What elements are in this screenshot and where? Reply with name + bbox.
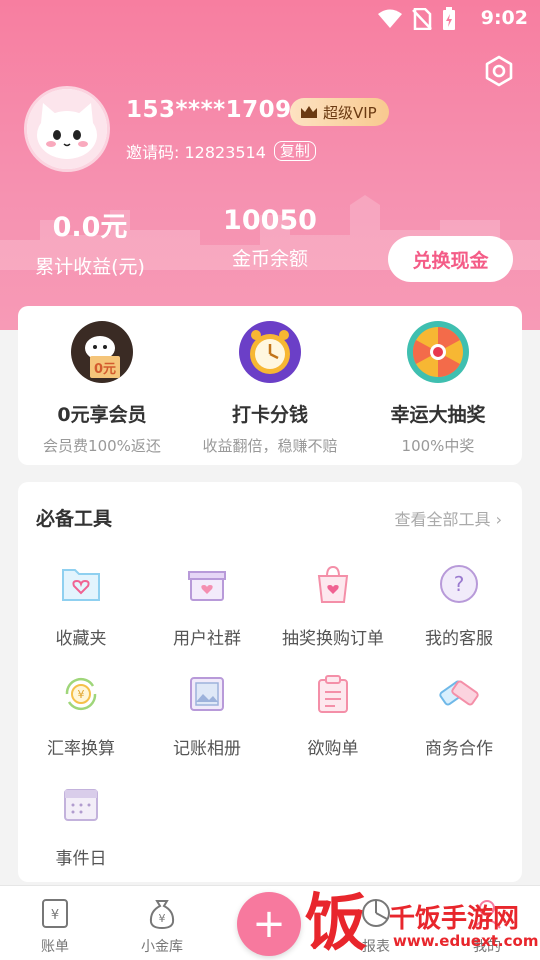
tools-title: 必备工具 xyxy=(36,508,113,530)
tab-label: 账单 xyxy=(41,939,69,955)
add-record-button[interactable]: + xyxy=(237,892,301,956)
tool-events[interactable]: 事件日 xyxy=(18,782,144,869)
tool-album[interactable]: 记账相册 xyxy=(144,672,270,759)
tool-label: 抽奖换购订单 xyxy=(282,629,384,649)
earnings-value: 0.0元 xyxy=(52,212,128,243)
tool-favorites[interactable]: 收藏夹 xyxy=(18,562,144,649)
cat-gift-icon: 0元 xyxy=(71,321,133,383)
svg-text:?: ? xyxy=(454,572,465,596)
tool-community[interactable]: 用户社群 xyxy=(144,562,270,649)
svg-text:¥: ¥ xyxy=(159,912,166,925)
invite-code-row: 邀请码: 12823514 复制 xyxy=(126,139,316,163)
vip-label: 超级VIP xyxy=(323,103,377,122)
tool-wishlist[interactable]: 欲购单 xyxy=(270,672,396,759)
watermark-url: www.eduext.com xyxy=(393,932,539,950)
invite-code: 邀请码: 12823514 xyxy=(126,143,266,162)
tool-label: 汇率换算 xyxy=(47,739,115,759)
status-bar: 9:02 xyxy=(0,0,540,36)
bill-icon: ¥ xyxy=(42,899,68,928)
tab-label: 小金库 xyxy=(141,939,183,955)
battery-icon xyxy=(443,7,455,30)
crown-icon xyxy=(301,106,317,118)
earnings-stat[interactable]: 0.0元 累计收益(元) xyxy=(26,205,154,279)
chevron-right-icon: › xyxy=(495,510,502,529)
album-icon xyxy=(190,677,224,711)
alarm-clock-icon xyxy=(239,321,301,383)
watermark-logo-char: 饭 xyxy=(305,886,368,959)
lucky-wheel-icon xyxy=(407,321,469,383)
feature-title: 0元享会员 xyxy=(57,404,147,426)
status-icons xyxy=(378,7,456,31)
tool-orders[interactable]: 抽奖换购订单 xyxy=(270,562,396,649)
features-card: 0元 0元享会员 会员费100%返还 打卡分钱 收益翻倍，稳赚不赔 幸运大抽奖 … xyxy=(18,306,522,465)
feature-checkin[interactable]: 打卡分钱 收益翻倍，稳赚不赔 xyxy=(186,320,354,456)
money-bag-icon: ¥ xyxy=(149,900,175,930)
feature-badge: 0元 xyxy=(94,362,116,377)
feature-subtitle: 收益翻倍，稳赚不赔 xyxy=(202,437,338,455)
tool-label: 用户社群 xyxy=(173,629,241,649)
tab-bill[interactable]: ¥ 账单 xyxy=(10,896,100,956)
earnings-label: 累计收益(元) xyxy=(35,256,145,278)
watermark-name: 千饭手游网 xyxy=(389,904,520,934)
tab-vault[interactable]: ¥ 小金库 xyxy=(117,896,207,956)
folder-heart-icon xyxy=(62,569,100,601)
feature-subtitle: 会员费100%返还 xyxy=(43,437,161,455)
handshake-icon xyxy=(439,680,479,706)
feature-subtitle: 100%中奖 xyxy=(401,437,475,455)
site-watermark: 饭 千饭手游网 www.eduext.com xyxy=(305,888,540,960)
calendar-icon xyxy=(64,789,98,821)
feature-title: 打卡分钱 xyxy=(231,404,308,426)
coins-stat[interactable]: 10050 金币余额 xyxy=(212,205,328,271)
tool-label: 欲购单 xyxy=(307,739,359,759)
help-icon: ? xyxy=(440,565,478,603)
exchange-cash-button[interactable]: 兑换现金 xyxy=(388,236,513,282)
feature-title: 幸运大抽奖 xyxy=(390,404,486,426)
cat-avatar-icon xyxy=(27,89,107,169)
phone-number: 153****1709 xyxy=(126,97,292,123)
tool-support[interactable]: ? 我的客服 xyxy=(396,562,522,649)
svg-text:¥: ¥ xyxy=(78,688,85,701)
tool-label: 收藏夹 xyxy=(55,629,107,649)
clipboard-icon xyxy=(318,675,348,713)
coins-value: 10050 xyxy=(223,205,317,236)
tool-label: 我的客服 xyxy=(425,629,493,649)
copy-button[interactable]: 复制 xyxy=(273,141,316,161)
view-all-tools-link[interactable]: 查看全部工具 › xyxy=(394,506,502,530)
feature-free-vip[interactable]: 0元 0元享会员 会员费100%返还 xyxy=(18,320,186,456)
no-sim-icon xyxy=(412,8,432,30)
avatar[interactable] xyxy=(24,86,110,172)
tools-card: 必备工具 查看全部工具 › 收藏夹 用户社群 抽奖换购订单 ? 我的客服 ¥ 汇… xyxy=(18,482,522,882)
wifi-icon xyxy=(378,9,402,28)
tool-label: 商务合作 xyxy=(425,739,493,759)
view-all-label: 查看全部工具 xyxy=(394,510,491,529)
tool-exchange-rate[interactable]: ¥ 汇率换算 xyxy=(18,672,144,759)
vip-badge[interactable]: 超级VIP xyxy=(290,98,389,126)
tool-label: 事件日 xyxy=(55,849,107,869)
tool-business[interactable]: 商务合作 xyxy=(396,672,522,759)
status-time: 9:02 xyxy=(480,7,528,29)
exchange-rate-icon: ¥ xyxy=(65,677,97,711)
shopping-bag-icon xyxy=(317,565,349,603)
tool-label: 记账相册 xyxy=(173,739,241,759)
coins-label: 金币余额 xyxy=(231,248,308,270)
settings-hexagon-icon[interactable] xyxy=(482,54,516,88)
feature-lucky-draw[interactable]: 幸运大抽奖 100%中奖 xyxy=(354,320,522,456)
gift-box-icon xyxy=(188,571,226,601)
svg-text:¥: ¥ xyxy=(51,908,59,923)
